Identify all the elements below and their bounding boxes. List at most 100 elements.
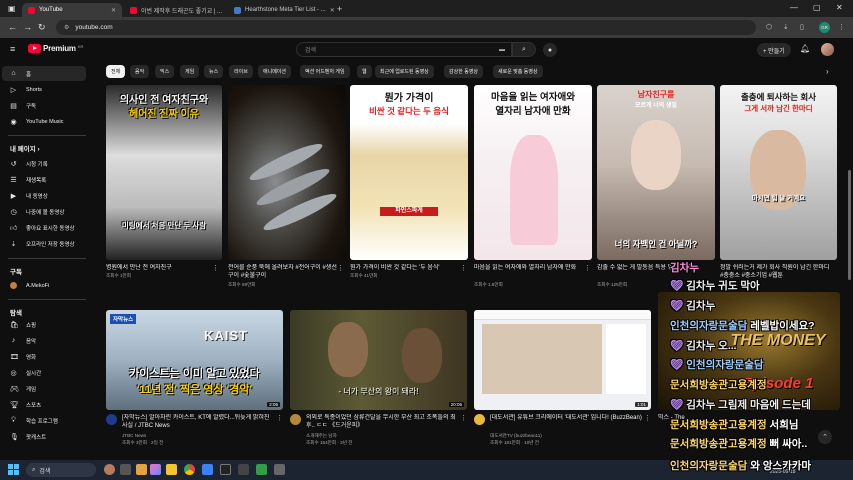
chip[interactable]: 라이브 <box>229 65 253 78</box>
app-icon[interactable] <box>256 464 267 475</box>
forward-icon[interactable]: → <box>23 22 32 32</box>
maximize-icon[interactable]: ▢ <box>813 3 821 12</box>
avatar[interactable] <box>821 43 834 56</box>
chip[interactable]: 감상한 동영상 <box>444 65 483 78</box>
video-title[interactable]: 마음을 읽는 여자애와 열자리 남자애 만화 <box>474 264 586 272</box>
sidebar-item-liked[interactable]: 👍︎ 좋아요 표시한 동영상 <box>2 220 86 235</box>
hamburger-menu-icon[interactable]: ≡ <box>10 44 15 54</box>
sidebar-item-playlists[interactable]: ☰ 재생목록 <box>2 172 86 187</box>
channel-avatar[interactable] <box>290 414 301 425</box>
back-icon[interactable]: ← <box>8 22 17 32</box>
sidebar-item-podcasts[interactable]: 🎙︎ 팟캐스트 <box>2 429 86 444</box>
chevron-right-icon[interactable]: › <box>826 67 829 76</box>
close-icon[interactable]: ✕ <box>111 7 116 14</box>
video-thumbnail[interactable]: 의사인 전 여자친구와 헤어진 진짜 이유 미팅에서 처음 만난 두 사람 <box>106 85 222 260</box>
windows-start-icon[interactable] <box>8 464 19 475</box>
file-explorer-icon[interactable] <box>166 464 177 475</box>
search-input[interactable]: 검색 ▬ <box>296 42 512 57</box>
profile-badge[interactable]: GR <box>819 22 830 33</box>
sidebar-item-music-explore[interactable]: ♪ 음악 <box>2 333 86 348</box>
sidebar-item-downloads[interactable]: ⇣ 오프라인 저장 동영상 <box>2 236 86 251</box>
chip[interactable]: 애니메이션 <box>258 65 292 78</box>
widget-icon[interactable] <box>104 464 115 475</box>
url-bar[interactable]: ⚙ youtube.com <box>56 20 756 35</box>
video-thumbnail[interactable]: 뭔가 가격이 비싼 것 같다는 두 음식 파인스파게 <box>350 85 468 260</box>
video-title[interactable]: [자막뉴스] 알아차린 카이스트, KT에 알렸다...뒤늦게 밝혀진 사실 /… <box>122 414 274 430</box>
chip[interactable]: 믹스 <box>155 65 175 78</box>
taskbar-search[interactable]: ⌕ 검색 <box>26 463 96 477</box>
video-thumbnail[interactable]: 출충에 퇴사하는 회사 그게 서까 남긴 한마디 마시면 힘 날 거예요 <box>720 85 837 260</box>
channel-avatar[interactable] <box>474 414 485 425</box>
video-title[interactable]: 의외로 독종이었던 삼류건달을 무시한 부산 최고 조폭들의 최후.. ㄷㄷ 《… <box>306 414 458 430</box>
minimize-icon[interactable]: — <box>790 3 798 12</box>
task-view-icon[interactable] <box>120 464 131 475</box>
more-options-icon[interactable]: ⋮ <box>337 264 344 272</box>
search-button[interactable]: ⌕ <box>512 42 536 57</box>
more-options-icon[interactable]: ⋮ <box>460 414 467 422</box>
video-title[interactable]: [대도서관] 유튜브 크리에이터 '대도서관' 입니다! (BuzzBean) <box>490 414 642 430</box>
sidebar-item-my-videos[interactable]: ▶ 내 동영상 <box>2 188 86 203</box>
more-options-icon[interactable]: ⋮ <box>644 414 651 422</box>
channel-avatar[interactable] <box>106 414 117 425</box>
chip[interactable]: 게임 <box>180 65 200 78</box>
sidebar-item-watch-later[interactable]: ◷ 나중에 볼 동영상 <box>2 204 86 219</box>
you-heading[interactable]: 내 페이지 › <box>10 143 40 153</box>
app-icon[interactable] <box>274 464 285 475</box>
chip[interactable]: 액션 어드벤처 게임 <box>300 65 350 78</box>
chevron-up-icon[interactable]: ⌃ <box>818 430 832 444</box>
tab-search-icon[interactable]: ▣ <box>8 4 16 13</box>
reload-icon[interactable]: ↻ <box>38 22 46 33</box>
video-title[interactable]: 뭔가 가격이 비싼 것 같다는 '두 음식' <box>350 264 462 272</box>
sidebar-item-home[interactable]: ⌂ 홈 <box>2 66 86 81</box>
video-thumbnail[interactable]: - 너가 부산의 왕이 돼라! 20:06 <box>290 310 467 410</box>
window-close-icon[interactable]: ✕ <box>836 3 843 12</box>
site-info-icon[interactable]: ⚙ <box>64 24 69 31</box>
app-icon[interactable] <box>238 464 249 475</box>
app-icon[interactable] <box>220 464 231 475</box>
video-thumbnail[interactable]: 마음을 읽는 여자애와 열자리 남자애 만화 <box>474 85 592 260</box>
more-options-icon[interactable]: ⋮ <box>276 414 283 422</box>
app-icon[interactable] <box>136 464 147 475</box>
close-icon[interactable]: ✕ <box>330 7 334 14</box>
voice-search-button[interactable]: ● <box>543 43 557 57</box>
page-scrollbar-thumb[interactable] <box>848 170 851 280</box>
sidebar-item-learning[interactable]: 💡︎ 학습 프로그램 <box>2 413 86 428</box>
more-options-icon[interactable]: ⋮ <box>212 264 219 272</box>
tab-youtube-2[interactable]: 이번 제작후 드래곤도 좋기교 | ... ✕ <box>124 3 224 17</box>
channel-name[interactable]: 소개해주는 남자 <box>306 433 337 440</box>
extension-icon[interactable]: ⬡ <box>766 23 772 31</box>
chip[interactable]: 새로운 맞춤 동영상 <box>493 65 543 78</box>
video-thumbnail[interactable] <box>228 85 346 260</box>
bell-icon[interactable]: 🔔︎ <box>800 44 810 53</box>
video-title[interactable]: 전어를 순풍 뚝에 올려보자 #전어구이 #생선구이 #숯불구이 <box>228 264 338 280</box>
chip[interactable]: 음악 <box>130 65 150 78</box>
downloads-icon[interactable]: ⇣ <box>783 23 789 31</box>
more-options-icon[interactable]: ⋮ <box>584 264 591 272</box>
sidebar-item-sports[interactable]: 🏆︎ 스포츠 <box>2 397 86 412</box>
youtube-logo[interactable]: Premium KR <box>28 44 83 53</box>
chip[interactable]: 뉴스 <box>204 65 224 78</box>
chip[interactable]: 웹 <box>357 65 372 78</box>
chrome-icon[interactable] <box>184 464 195 475</box>
subscriptions-heading[interactable]: 구독 <box>10 266 22 276</box>
sidebar-item-shopping[interactable]: 🛍︎ 쇼핑 <box>2 317 86 332</box>
new-tab-button[interactable]: + <box>337 4 342 14</box>
video-thumbnail[interactable]: 남자친구를 모르게 너의 생일 너의 자백인 건 아닐까? <box>597 85 715 260</box>
channel-name[interactable]: 대도서관TV (buzzbean11) <box>490 433 542 440</box>
video-title[interactable]: 병원에서 만난 전 여자친구 <box>106 264 214 272</box>
chip[interactable]: 최근에 업로드된 동영상 <box>375 65 434 78</box>
sidebar-item-history[interactable]: ↺ 시청 기록 <box>2 156 86 171</box>
channel-name[interactable]: JTBC News <box>122 433 146 440</box>
video-thumbnail[interactable]: 1:01 <box>474 310 651 410</box>
tab-youtube[interactable]: YouTube ✕ <box>22 3 122 17</box>
keyboard-icon[interactable]: ▬ <box>499 47 505 53</box>
menu-dots-icon[interactable]: ⋮ <box>838 23 845 31</box>
more-options-icon[interactable]: ⋮ <box>460 264 467 272</box>
sidebar-item-gaming[interactable]: 🎮︎ 게임 <box>2 381 86 396</box>
chip-all[interactable]: 전체 <box>106 65 126 78</box>
sidepanel-icon[interactable]: ▯ <box>800 23 804 31</box>
video-thumbnail[interactable]: 자막뉴스 KAIST 카이스트는 이미 알고 있었다 '11년 전' 찍은 영상… <box>106 310 283 410</box>
sidebar-item-channel[interactable]: A.MekoFi <box>2 278 86 293</box>
sidebar-item-live[interactable]: ◎ 실시간 <box>2 365 86 380</box>
app-icon[interactable] <box>202 464 213 475</box>
